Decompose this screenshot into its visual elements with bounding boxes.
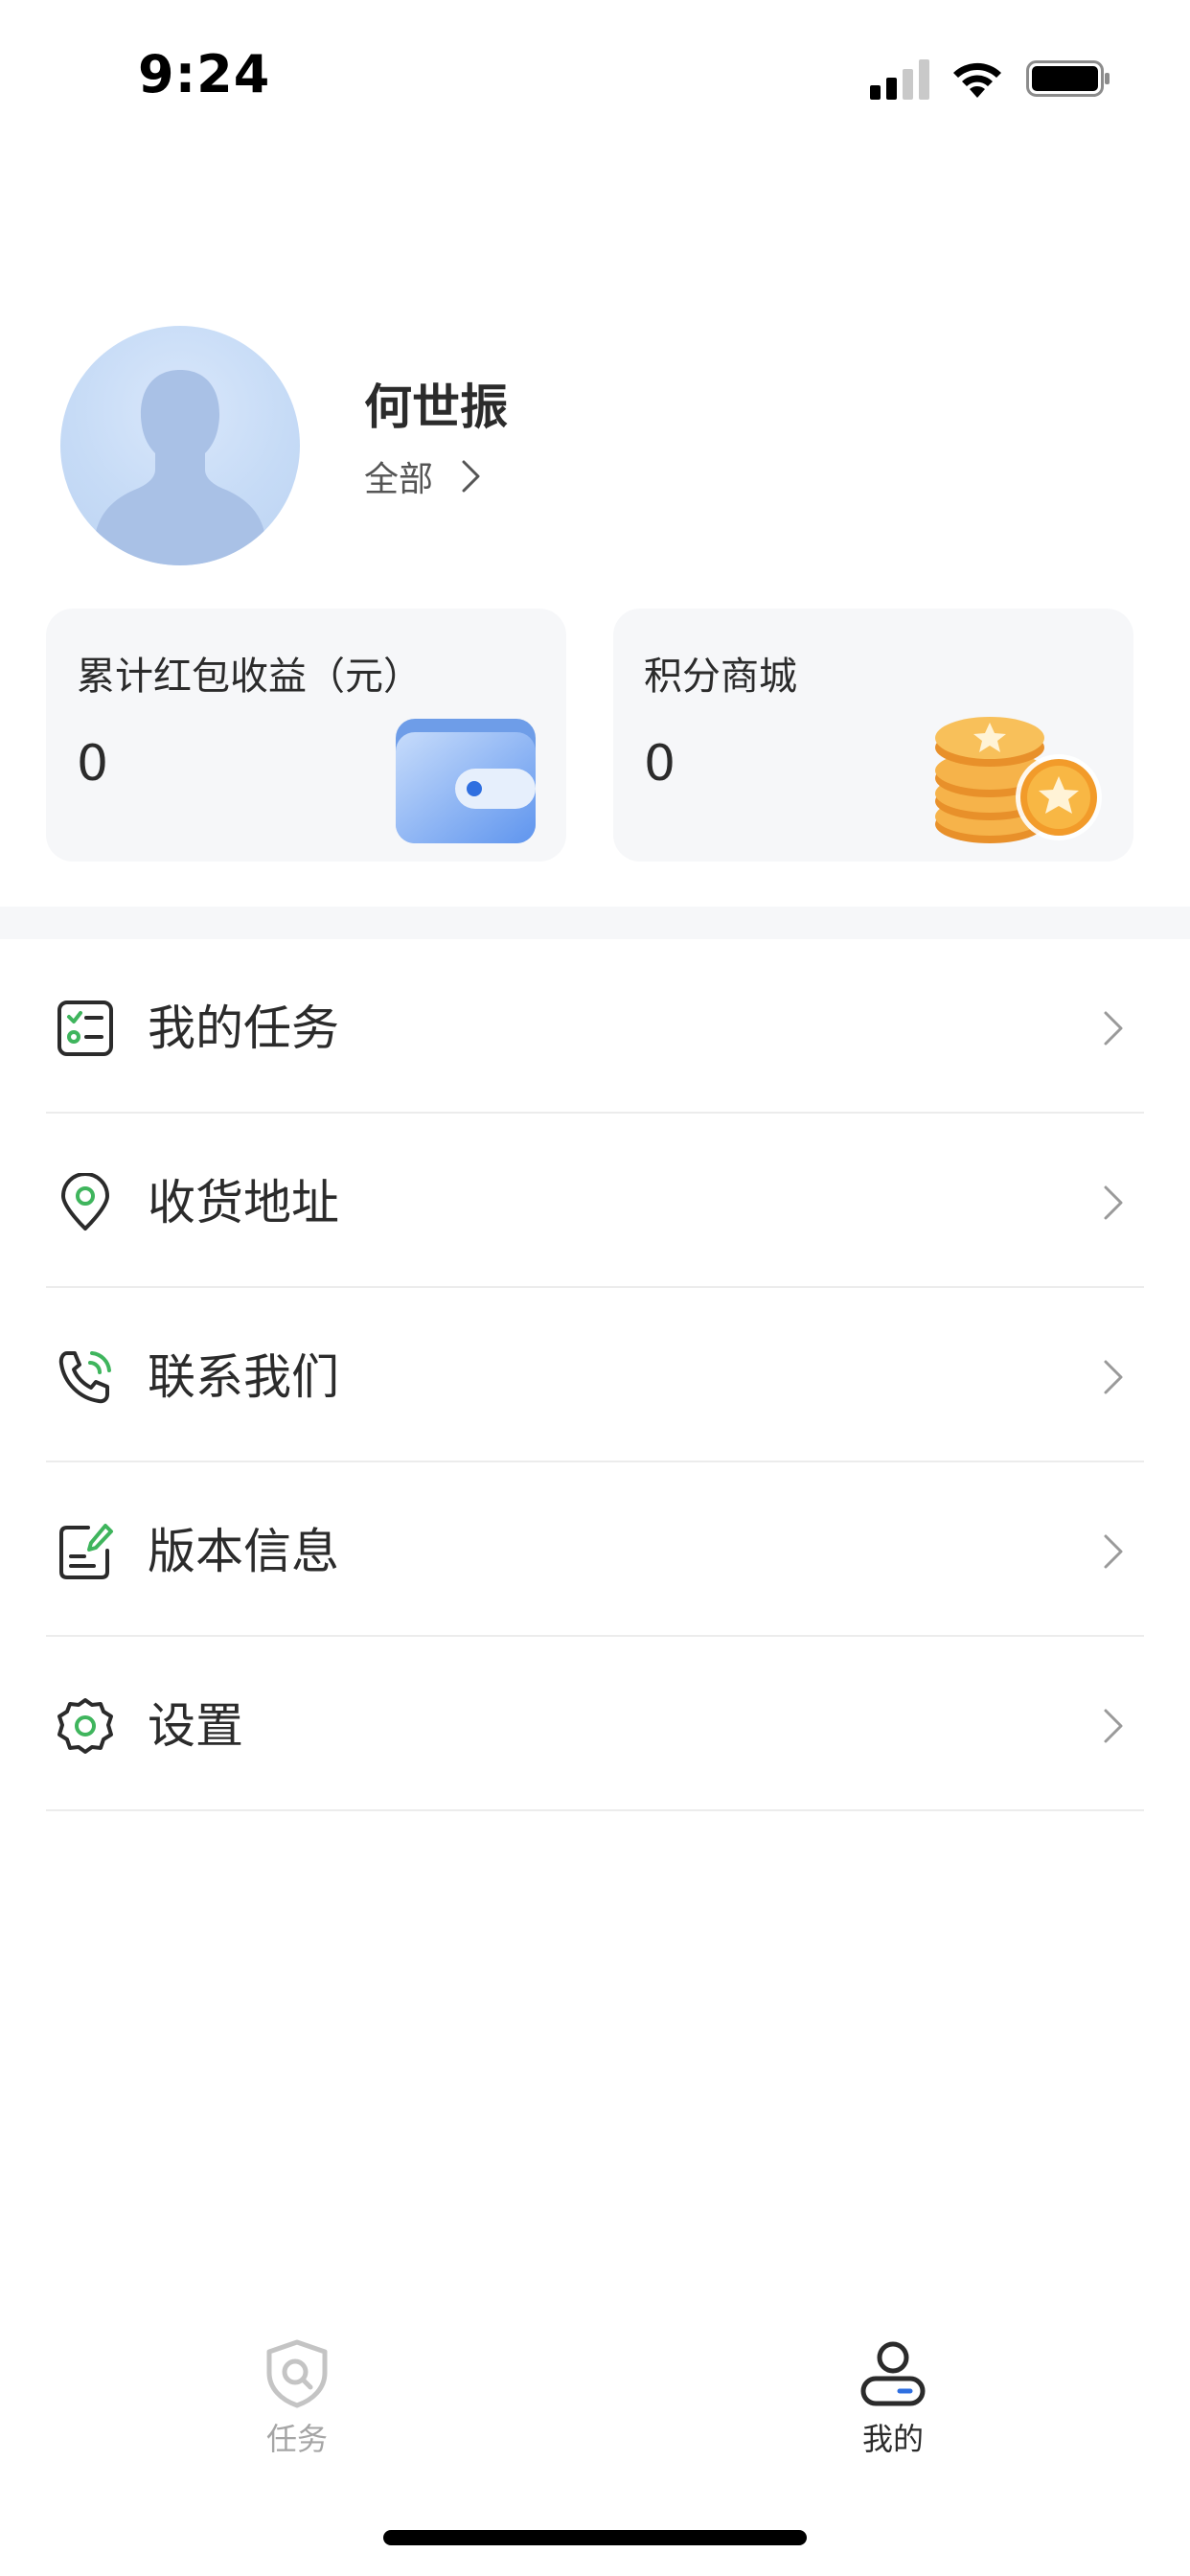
settings-menu: 我的任务 收货地址 联系我们 版本信息 设置 [0, 939, 1190, 1811]
gear-icon [57, 1698, 113, 1754]
points-mall-title: 积分商城 [644, 655, 797, 699]
profile-header: 何世振 全部 [0, 316, 1190, 575]
phone-icon [58, 1351, 111, 1404]
menu-item-contact-us[interactable]: 联系我们 [0, 1288, 1190, 1462]
tab-tasks[interactable]: 任务 [153, 2338, 441, 2472]
chevron-right-icon [1104, 1360, 1123, 1394]
menu-item-my-tasks[interactable]: 我的任务 [0, 939, 1190, 1114]
tab-mine[interactable]: 我的 [749, 2338, 1037, 2472]
divider [46, 1809, 1144, 1811]
shield-search-icon [266, 2339, 328, 2408]
chevron-right-icon [462, 460, 480, 493]
location-pin-icon [61, 1173, 109, 1230]
status-bar: 9:24 [0, 0, 1190, 158]
menu-item-shipping-address[interactable]: 收货地址 [0, 1114, 1190, 1288]
bottom-tab-bar: 任务 我的 [0, 2310, 1190, 2472]
menu-item-label: 收货地址 [148, 1175, 339, 1230]
wifi-icon [953, 62, 1001, 98]
red-packet-value: 0 [77, 735, 109, 793]
chevron-right-icon [1104, 1534, 1123, 1569]
default-avatar-icon [95, 370, 265, 565]
tab-label: 任务 [265, 2421, 328, 2457]
menu-item-settings[interactable]: 设置 [0, 1637, 1190, 1811]
menu-item-label: 联系我们 [148, 1349, 339, 1405]
red-packet-title: 累计红包收益（元） [77, 655, 422, 699]
points-mall-card[interactable]: 积分商城 0 [613, 609, 1133, 862]
status-time: 9:24 [138, 44, 271, 104]
home-indicator[interactable] [383, 2530, 807, 2545]
points-mall-value: 0 [644, 735, 676, 793]
task-list-icon [57, 1000, 113, 1056]
menu-item-label: 设置 [148, 1698, 243, 1754]
chevron-right-icon [1104, 1709, 1123, 1743]
menu-item-label: 版本信息 [148, 1524, 339, 1579]
section-divider [0, 907, 1190, 939]
filter-selector[interactable]: 全部 [364, 455, 483, 499]
filter-label: 全部 [364, 460, 434, 499]
chevron-right-icon [1104, 1011, 1123, 1046]
battery-icon [1026, 60, 1110, 97]
wallet-icon [396, 719, 536, 843]
cellular-signal-icon [870, 59, 929, 100]
user-profile-icon [860, 2341, 926, 2406]
menu-item-label: 我的任务 [148, 1000, 339, 1056]
user-name: 何世振 [364, 380, 508, 435]
menu-item-version-info[interactable]: 版本信息 [0, 1462, 1190, 1637]
avatar[interactable] [60, 326, 300, 565]
red-packet-card[interactable]: 累计红包收益（元） 0 [46, 609, 566, 862]
chevron-right-icon [1104, 1185, 1123, 1220]
tab-label: 我的 [861, 2421, 924, 2457]
coins-icon [935, 717, 1102, 843]
document-edit-icon [59, 1524, 113, 1579]
